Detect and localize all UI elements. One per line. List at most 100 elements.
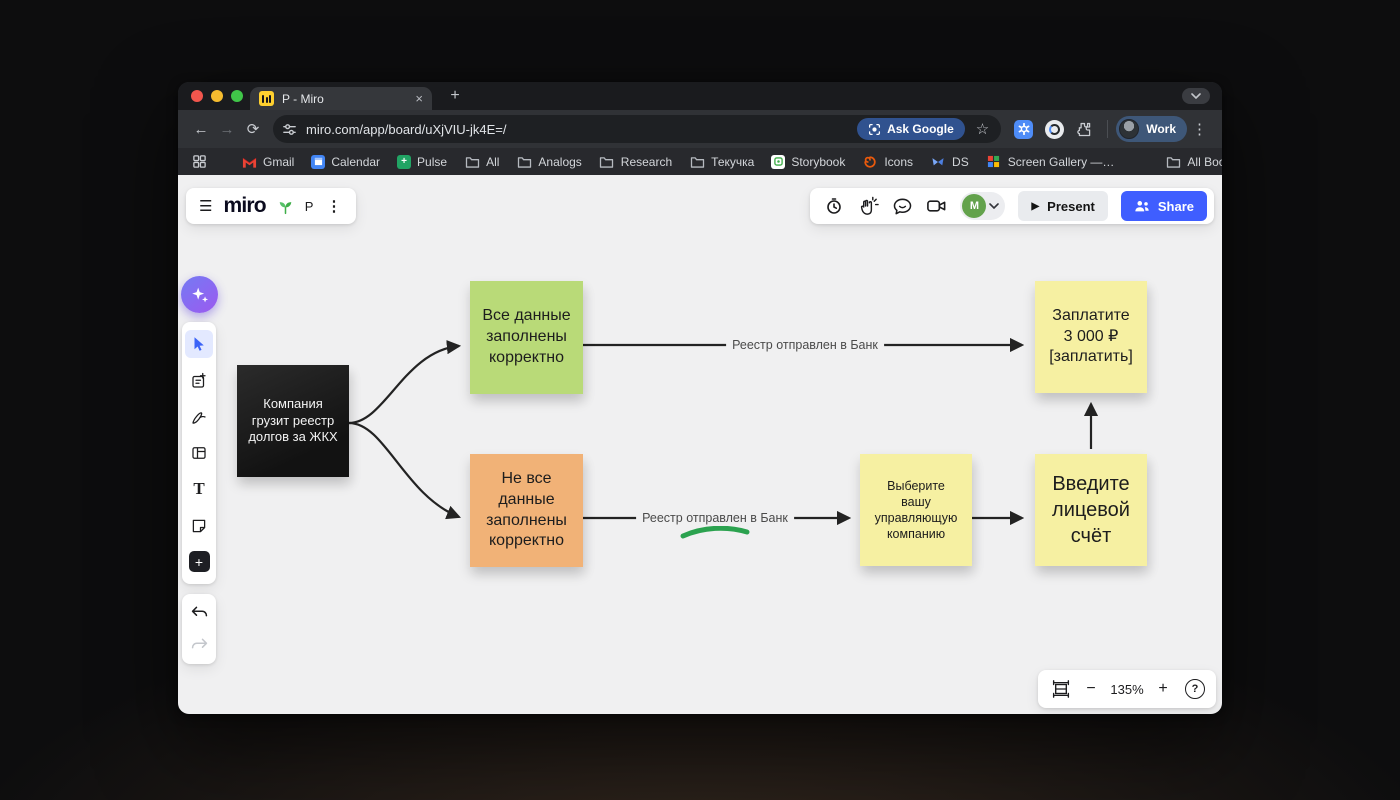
fit-screen-icon	[1052, 680, 1070, 698]
redo-icon	[190, 637, 209, 653]
bookmark-star-icon[interactable]: ☆	[974, 120, 991, 138]
pen-tool[interactable]	[185, 403, 213, 431]
frames-tool[interactable]	[185, 439, 213, 467]
swirl-icon	[862, 154, 878, 170]
profile-avatar	[1119, 119, 1139, 139]
more-tools[interactable]: +	[185, 548, 213, 576]
plus-icon: +	[189, 551, 210, 572]
bookmark-folder-research[interactable]: Research	[599, 154, 672, 170]
bookmark-ds[interactable]: DS	[930, 154, 969, 170]
fit-to-screen-button[interactable]	[1049, 677, 1073, 701]
calendar-icon	[311, 155, 325, 169]
connector-label[interactable]: Реестр отправлен в Банк	[636, 510, 794, 526]
profile-chip[interactable]: Work	[1116, 116, 1187, 142]
bookmark-folder-all[interactable]: All	[464, 154, 499, 170]
extension-icon[interactable]	[1045, 120, 1064, 139]
tab-search-button[interactable]	[1182, 88, 1210, 104]
tab-close-icon[interactable]: ×	[415, 92, 423, 105]
timer-icon[interactable]	[825, 196, 845, 216]
people-icon	[1134, 199, 1150, 213]
board-header-left: ☰ miro P ⋮	[186, 188, 356, 224]
bookmark-gmail[interactable]: Gmail	[241, 154, 294, 170]
share-button[interactable]: Share	[1121, 191, 1207, 221]
extensions-puzzle-icon[interactable]	[1076, 121, 1093, 138]
main-menu-button[interactable]: ☰	[199, 197, 212, 215]
bookmark-label: Текучка	[711, 155, 754, 169]
comments-icon[interactable]	[892, 196, 913, 216]
reactions-icon[interactable]	[858, 196, 879, 216]
video-camera-icon[interactable]	[926, 197, 947, 215]
connector-start-to-green[interactable]	[349, 346, 459, 423]
zoom-in-button[interactable]: +	[1151, 677, 1175, 701]
bookmark-folder-tekuchka[interactable]: Текучка	[689, 154, 754, 170]
board-title[interactable]: P	[305, 199, 314, 214]
sticky-note-all-data-correct[interactable]: Все данные заполнены корректно	[470, 281, 583, 394]
browser-menu-button[interactable]: ⋮	[1187, 120, 1212, 138]
undo-button[interactable]	[185, 599, 213, 627]
folder-icon	[599, 154, 615, 170]
sticky-note-pay[interactable]: Заплатите 3 000 ₽ [заплатить]	[1035, 281, 1147, 393]
user-avatar-chip[interactable]: M	[960, 192, 1005, 220]
url-text[interactable]: miro.com/app/board/uXjVIU-jk4E=/	[306, 122, 848, 137]
pixel-grid-icon	[986, 154, 1002, 170]
present-button[interactable]: ▶ Present	[1018, 191, 1107, 221]
bookmark-label: Gmail	[263, 155, 294, 169]
sticky-note-tool[interactable]	[185, 512, 213, 540]
chevron-down-icon	[1191, 93, 1201, 99]
all-bookmarks-button[interactable]: All Bookmarks	[1165, 154, 1222, 170]
browser-tab[interactable]: P - Miro ×	[250, 87, 432, 110]
zoom-out-button[interactable]: −	[1079, 677, 1103, 701]
green-marker-scribble[interactable]	[683, 528, 747, 536]
site-settings-icon[interactable]	[282, 122, 297, 137]
minimize-window-button[interactable]	[211, 90, 223, 102]
bookmark-label: Icons	[884, 155, 913, 169]
bookmark-calendar[interactable]: Calendar	[311, 155, 380, 169]
text-tool[interactable]: T	[185, 475, 213, 503]
redo-button[interactable]	[185, 631, 213, 659]
new-tab-button[interactable]: +	[444, 85, 466, 107]
bookmark-screen-gallery[interactable]: Screen Gallery —…	[986, 154, 1115, 170]
seedling-icon	[277, 198, 294, 215]
extension-gear-icon[interactable]	[1014, 120, 1033, 139]
bookmarks-bar: Gmail Calendar + Pulse All Analogs	[178, 148, 1222, 175]
close-window-button[interactable]	[191, 90, 203, 102]
ai-assist-button[interactable]	[181, 276, 218, 313]
bookmark-folder-analogs[interactable]: Analogs	[516, 154, 581, 170]
maximize-window-button[interactable]	[231, 90, 243, 102]
bookmark-label: Storybook	[791, 155, 845, 169]
forward-button[interactable]: →	[214, 116, 240, 142]
miro-favicon	[259, 91, 274, 106]
back-button[interactable]: ←	[188, 116, 214, 142]
sticky-note-not-all-data-correct[interactable]: Не все данные заполнены корректно	[470, 454, 583, 567]
zoom-level[interactable]: 135%	[1109, 682, 1145, 697]
select-tool[interactable]	[185, 330, 213, 358]
sticky-note-start[interactable]: Компания грузит реестр долгов за ЖКХ	[237, 365, 349, 477]
miro-canvas[interactable]: Реестр отправлен в Банк Реестр отправлен…	[178, 175, 1222, 714]
connector-start-to-orange[interactable]	[349, 423, 459, 517]
connector-label[interactable]: Реестр отправлен в Банк	[726, 337, 884, 353]
bookmark-icons[interactable]: Icons	[862, 154, 913, 170]
bookmark-label: DS	[952, 155, 969, 169]
bookmark-pulse[interactable]: + Pulse	[397, 155, 447, 169]
play-icon: ▶	[1031, 201, 1039, 212]
apps-grid-icon[interactable]	[191, 154, 207, 170]
folder-icon	[516, 154, 532, 170]
gear-icon	[1018, 123, 1030, 135]
folder-icon	[464, 154, 480, 170]
undo-icon	[190, 605, 209, 621]
templates-tool[interactable]	[185, 367, 213, 395]
google-lens-icon	[868, 123, 881, 136]
reload-button[interactable]: ⟳	[240, 116, 266, 142]
zoom-controls: − 135% + ?	[1038, 670, 1216, 708]
miro-logo[interactable]: miro	[223, 194, 265, 218]
frames-icon	[190, 444, 208, 462]
ask-google-button[interactable]: Ask Google	[857, 118, 965, 140]
text-tool-icon: T	[193, 479, 204, 499]
address-bar[interactable]: miro.com/app/board/uXjVIU-jk4E=/ Ask Goo…	[273, 115, 1001, 143]
board-menu-button[interactable]: ⋮	[324, 197, 343, 215]
cursor-icon	[190, 335, 208, 353]
bookmark-storybook[interactable]: Storybook	[771, 155, 845, 169]
help-button[interactable]: ?	[1185, 679, 1205, 699]
sticky-note-choose-company[interactable]: Выберите вашу управляющую компанию	[860, 454, 972, 566]
sticky-note-enter-account[interactable]: Введите лицевой счёт	[1035, 454, 1147, 566]
